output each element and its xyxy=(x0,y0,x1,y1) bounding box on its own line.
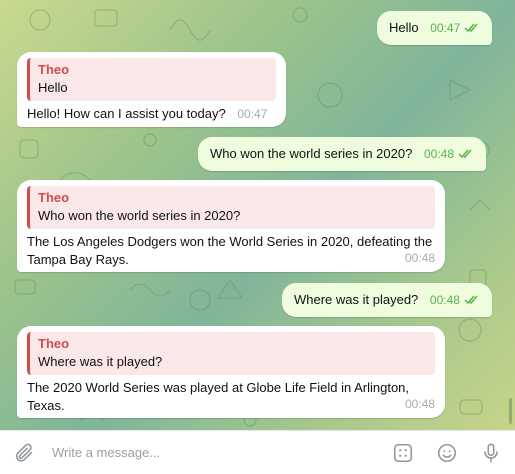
outgoing-message[interactable]: Where was it played? 00:48 xyxy=(282,283,492,317)
message-time: 00:48 xyxy=(423,147,454,161)
message-time: 00:47 xyxy=(430,21,461,35)
message-time: 00:47 xyxy=(237,107,268,121)
double-check-icon xyxy=(464,23,478,33)
message-meta: 00:47 xyxy=(430,19,480,37)
incoming-message[interactable]: Theo Hello Hello! How can I assist you t… xyxy=(17,52,286,127)
message-time: 00:48 xyxy=(404,397,435,411)
quote-text: Hello xyxy=(38,80,68,95)
reply-quote[interactable]: Theo Who won the world series in 2020? xyxy=(27,186,435,229)
message-text: Where was it played? xyxy=(294,292,419,307)
incoming-message[interactable]: Theo Who won the world series in 2020? T… xyxy=(17,180,445,272)
incoming-message[interactable]: Theo Where was it played? The 2020 World… xyxy=(17,326,445,418)
reply-quote[interactable]: Theo Hello xyxy=(27,58,276,101)
message-text: The Los Angeles Dodgers won the World Se… xyxy=(27,234,433,267)
quote-author: Theo xyxy=(38,190,70,205)
message-input[interactable]: Write a message... xyxy=(52,445,160,460)
chat-scrollbar[interactable] xyxy=(509,398,512,424)
message-text: The 2020 World Series was played at Glob… xyxy=(27,380,410,413)
quote-text: Who won the world series in 2020? xyxy=(38,208,241,223)
double-check-icon xyxy=(464,295,478,305)
reply-quote[interactable]: Theo Where was it played? xyxy=(27,332,435,375)
outgoing-message[interactable]: Who won the world series in 2020? 00:48 xyxy=(198,137,486,171)
message-text: Who won the world series in 2020? xyxy=(210,146,413,161)
quote-author: Theo xyxy=(38,336,70,351)
message-time: 00:48 xyxy=(404,251,435,265)
message-composer: Write a message... xyxy=(0,430,515,474)
message-text: Hello! How can I assist you today? xyxy=(27,106,226,121)
commands-icon[interactable] xyxy=(392,442,414,464)
microphone-icon[interactable] xyxy=(480,442,502,464)
message-time: 00:48 xyxy=(429,293,460,307)
quote-author: Theo xyxy=(38,62,70,77)
double-check-icon xyxy=(458,149,472,159)
quote-text: Where was it played? xyxy=(38,354,163,369)
message-text: Hello xyxy=(389,20,419,35)
outgoing-message[interactable]: Hello 00:47 xyxy=(377,11,493,45)
attach-icon[interactable] xyxy=(13,442,35,464)
message-meta: 00:48 xyxy=(430,291,480,309)
chat-area[interactable]: Hello 00:47 Theo Hello Hello! How can I … xyxy=(0,0,515,430)
emoji-icon[interactable] xyxy=(436,442,458,464)
message-meta: 00:48 xyxy=(424,145,474,163)
